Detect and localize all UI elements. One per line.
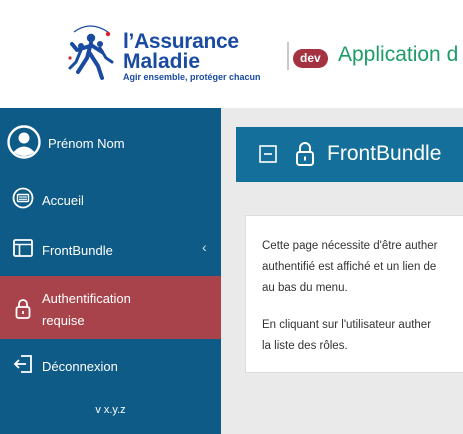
- sidebar-item-label: Authentification requise: [42, 288, 131, 332]
- header-separator: [287, 42, 289, 70]
- application-title: Application d: [338, 43, 459, 66]
- logout-icon: [12, 353, 34, 380]
- text-line: En cliquant sur l'utilisateur auther: [262, 319, 432, 331]
- sidebar-item-label-line2: requise: [42, 313, 85, 328]
- sidebar-item-label: Accueil: [42, 192, 84, 208]
- app-header: l’Assurance Maladie Agir ensemble, proté…: [0, 0, 463, 108]
- sidebar-item-authentification[interactable]: Authentification requise: [0, 276, 221, 339]
- page-header: FrontBundle: [236, 127, 463, 182]
- user-name: Prénom Nom: [48, 136, 125, 151]
- home-icon: [12, 187, 34, 214]
- lock-icon: [12, 297, 34, 326]
- logo-brand-line2: Maladie: [123, 50, 201, 73]
- logo-emblem-icon: [68, 25, 114, 80]
- sidebar-item-label: FrontBundle: [42, 242, 113, 258]
- main-content: FrontBundle Cette page nécessite d'être …: [221, 108, 463, 434]
- text-line: au bas du menu.: [262, 282, 348, 294]
- text-line: authentifié est affiché et un lien de: [262, 261, 437, 273]
- text-line: la liste des rôles.: [262, 340, 348, 352]
- sidebar-item-label-line1: Authentification: [42, 291, 131, 306]
- environment-badge: dev: [293, 49, 328, 68]
- user-circle-icon: [7, 125, 41, 164]
- sidebar-item-frontbundle[interactable]: FrontBundle ‹: [0, 238, 221, 262]
- text-line: Cette page nécessite d'être auther: [262, 240, 438, 252]
- chevron-left-icon[interactable]: ‹: [202, 239, 207, 255]
- assurance-maladie-logo[interactable]: l’Assurance Maladie Agir ensemble, proté…: [62, 22, 262, 86]
- info-card: Cette page nécessite d'être auther authe…: [245, 215, 463, 373]
- sidebar-user[interactable]: Prénom Nom: [0, 123, 221, 163]
- info-paragraph-1: Cette page nécessite d'être auther authe…: [262, 236, 463, 299]
- collapse-square-icon[interactable]: [259, 145, 277, 168]
- sidebar: Prénom Nom Accueil FrontBundle ‹ Authent…: [0, 108, 221, 434]
- page-title: FrontBundle: [327, 142, 442, 165]
- window-icon: [12, 237, 34, 264]
- lock-icon: [294, 140, 316, 173]
- sidebar-item-accueil[interactable]: Accueil: [0, 187, 221, 214]
- info-paragraph-2: En cliquant sur l'utilisateur auther la …: [262, 315, 463, 357]
- app-version: v x.y.z: [95, 404, 126, 416]
- logo-tagline: Agir ensemble, protéger chacun: [123, 72, 261, 82]
- sidebar-item-label: Déconnexion: [42, 358, 118, 374]
- sidebar-item-deconnexion[interactable]: Déconnexion: [0, 354, 221, 378]
